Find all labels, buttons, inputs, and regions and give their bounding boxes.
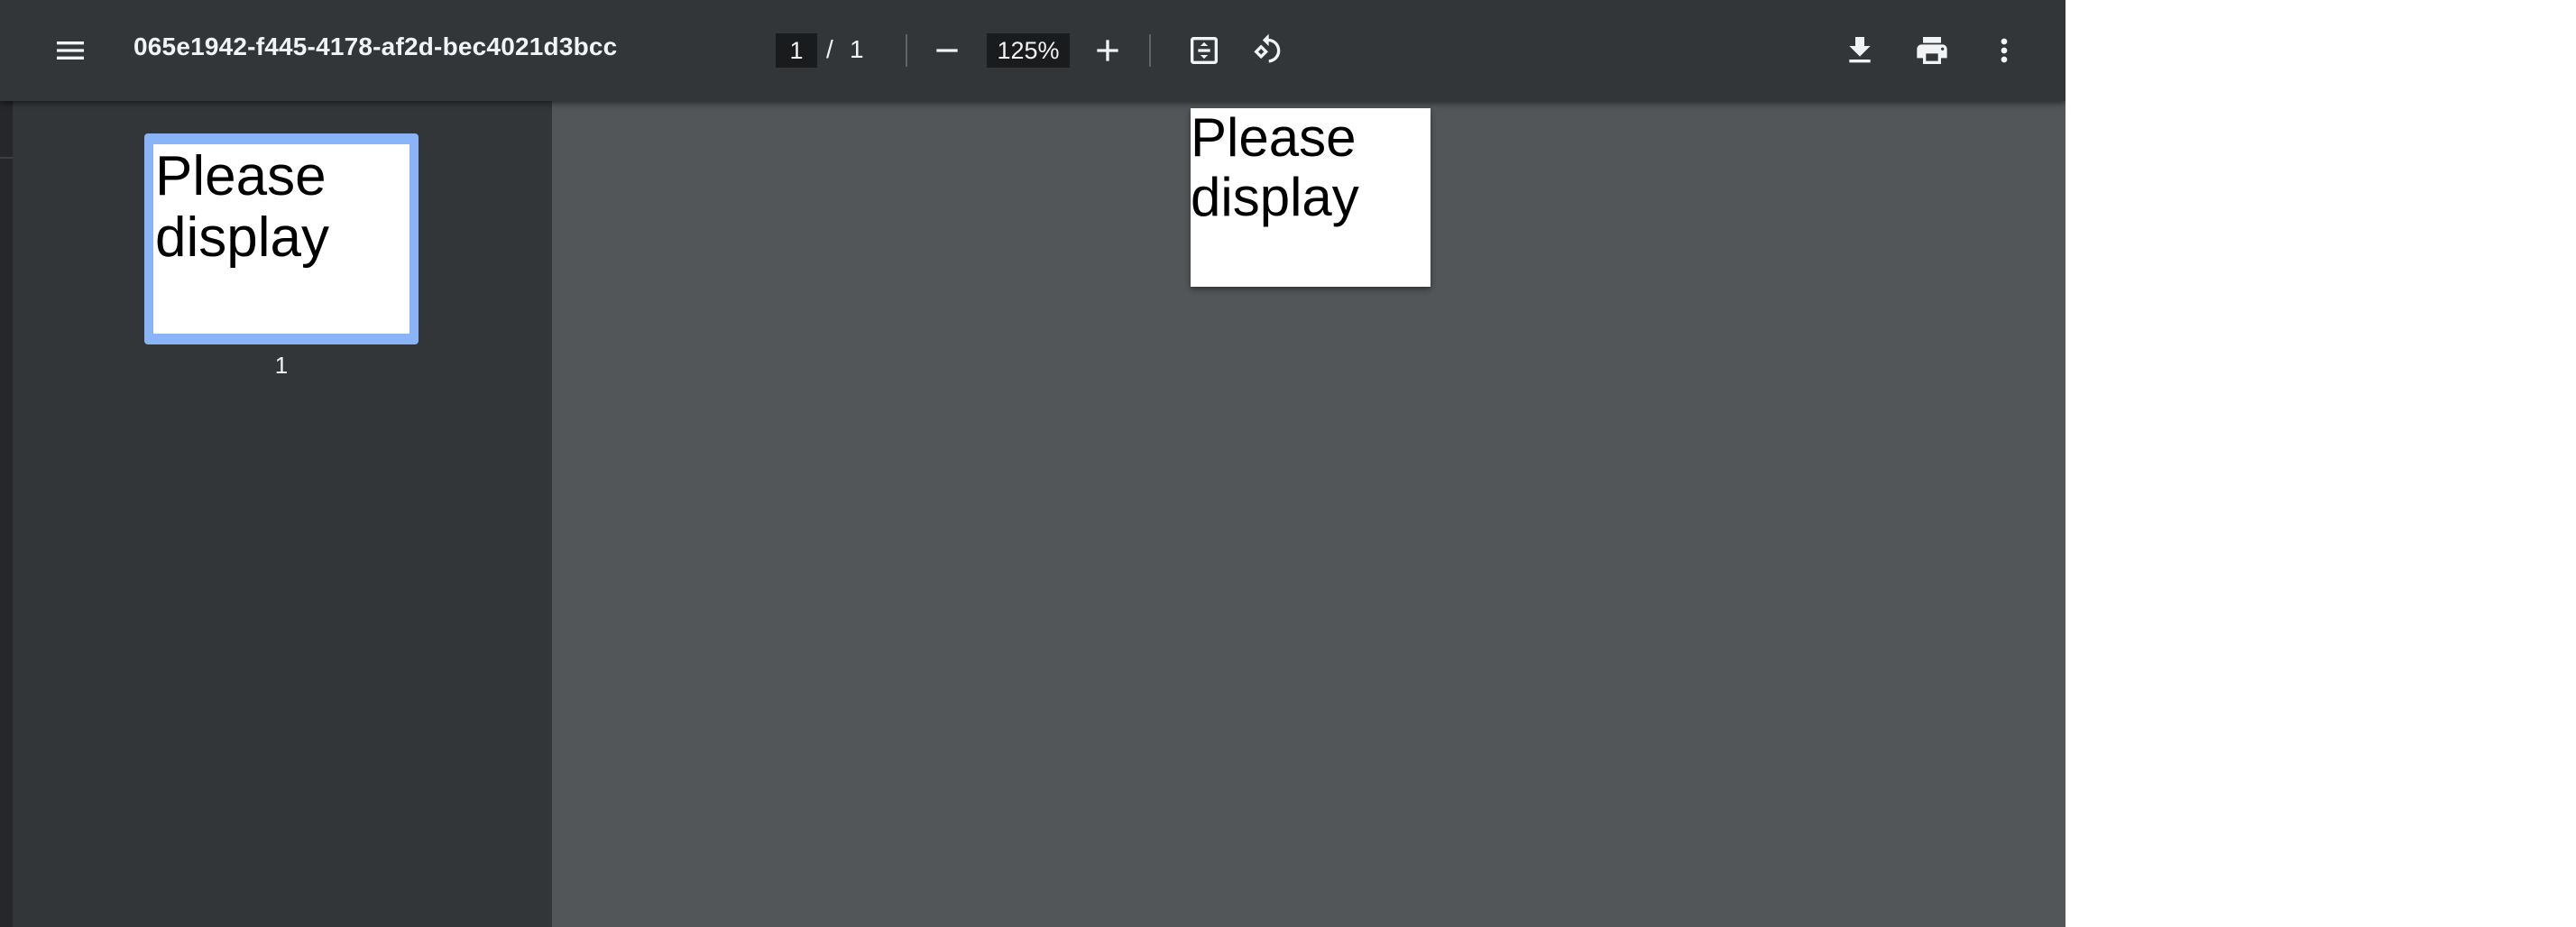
zoom-level-input[interactable] — [987, 33, 1070, 68]
page-text-line: Please — [1191, 108, 1357, 168]
thumbnail-text: Please display — [155, 146, 329, 269]
page-total: 1 — [850, 35, 864, 63]
page-separator: / — [826, 35, 833, 63]
thumbnail-text-line: display — [155, 207, 329, 269]
toolbar: 065e1942-f445-4178-af2d-bec4021d3bcc / 1 — [0, 0, 2065, 101]
toolbar-divider — [906, 34, 907, 67]
thumbnail-sidebar: Please display 1 — [13, 101, 552, 927]
fit-to-page-button[interactable] — [1175, 22, 1233, 79]
minus-icon — [936, 49, 958, 52]
page-text: Please display — [1191, 108, 1359, 227]
fit-to-page-icon — [1191, 37, 1218, 64]
zoom-in-button[interactable] — [1079, 22, 1136, 79]
page-text-line: display — [1191, 167, 1359, 227]
zoom-out-button[interactable] — [918, 22, 976, 79]
menu-button[interactable] — [41, 22, 99, 79]
print-icon — [1917, 37, 1947, 64]
thumbnail-text-line: Please — [155, 145, 327, 207]
toolbar-divider — [1149, 34, 1151, 67]
document-area[interactable]: Please display — [552, 101, 2065, 927]
pdf-page: Please display — [1191, 108, 1431, 287]
rotate-counterclockwise-icon — [1254, 33, 1281, 63]
document-title: 065e1942-f445-4178-af2d-bec4021d3bcc — [133, 32, 618, 60]
more-options-button[interactable] — [1975, 22, 2033, 79]
page-number-input[interactable] — [776, 33, 817, 68]
rotate-button[interactable] — [1239, 22, 1297, 79]
hamburger-menu-icon — [57, 41, 84, 60]
page-thumbnail[interactable]: Please display — [144, 133, 419, 344]
more-vertical-icon — [2001, 38, 2008, 63]
download-icon — [1849, 37, 1871, 63]
thumbnail-page-number: 1 — [274, 352, 289, 379]
plus-icon — [1097, 40, 1118, 61]
print-button[interactable] — [1903, 22, 1961, 79]
download-button[interactable] — [1831, 22, 1889, 79]
window-edge — [0, 101, 13, 927]
pdf-viewer: 065e1942-f445-4178-af2d-bec4021d3bcc / 1 — [0, 0, 2065, 927]
thumbnail-page: Please display — [153, 144, 409, 334]
